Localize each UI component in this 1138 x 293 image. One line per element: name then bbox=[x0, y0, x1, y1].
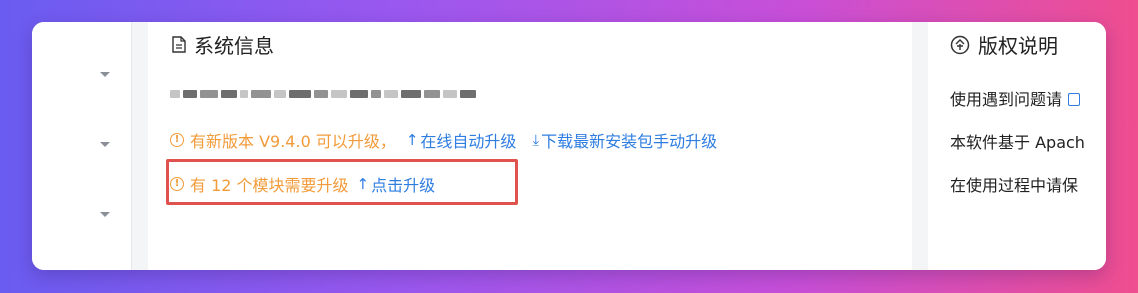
sidebar bbox=[32, 22, 132, 270]
download-upgrade-link[interactable]: ⤓ 下载最新安装包手动升级 bbox=[532, 128, 717, 152]
panel-title: 版权说明 bbox=[978, 34, 1058, 58]
online-upgrade-link[interactable]: ↑ 在线自动升级 bbox=[406, 128, 517, 152]
highlight-box bbox=[166, 159, 518, 205]
chevron-down-icon[interactable] bbox=[100, 142, 110, 147]
copyright-icon bbox=[950, 35, 970, 55]
panel-header: 系统信息 bbox=[172, 30, 274, 59]
copyright-line: 使用遇到问题请 bbox=[950, 86, 1081, 110]
copyright-line: 本软件基于 Apach bbox=[950, 133, 1085, 152]
app-window: 系统信息 ! 有新版本 V9.4.0 可以升级， ↑ 在线自动升级 ⤓ 下载最新… bbox=[32, 22, 1106, 270]
panel-title: 系统信息 bbox=[194, 34, 274, 58]
link-icon[interactable] bbox=[1068, 93, 1081, 106]
chevron-down-icon[interactable] bbox=[100, 72, 110, 77]
copyright-line: 在使用过程中请保 bbox=[950, 176, 1079, 195]
document-icon bbox=[172, 36, 186, 53]
arrow-up-icon: ↑ bbox=[405, 131, 419, 149]
download-icon: ⤓ bbox=[532, 131, 540, 149]
chevron-down-icon[interactable] bbox=[100, 212, 110, 217]
upgrade-notice-text: 有新版本 V9.4.0 可以升级， bbox=[190, 132, 396, 151]
warning-circle-icon: ! bbox=[170, 133, 184, 147]
upgrade-notice: ! 有新版本 V9.4.0 可以升级， ↑ 在线自动升级 ⤓ 下载最新安装包手动… bbox=[170, 128, 717, 152]
system-info-panel: 系统信息 ! 有新版本 V9.4.0 可以升级， ↑ 在线自动升级 ⤓ 下载最新… bbox=[148, 22, 912, 270]
copyright-panel: 版权说明 使用遇到问题请 本软件基于 Apach 在使用过程中请保 bbox=[928, 22, 1106, 270]
redacted-system-info bbox=[170, 90, 476, 98]
panel-header: 版权说明 bbox=[950, 30, 1058, 59]
